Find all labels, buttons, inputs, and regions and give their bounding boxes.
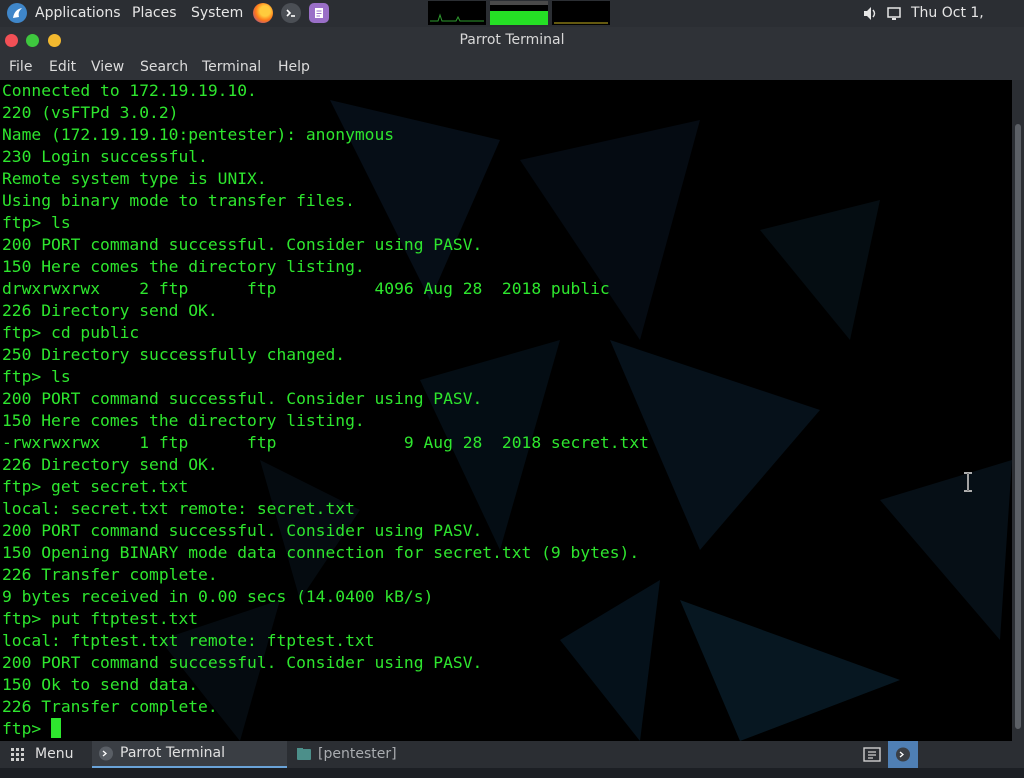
menu-view[interactable]: View bbox=[91, 54, 124, 80]
text-editor-icon[interactable] bbox=[309, 3, 329, 23]
terminal-line: Name (172.19.19.10:pentester): anonymous bbox=[2, 125, 395, 144]
cpu-monitor-graph bbox=[428, 1, 486, 25]
terminal-line: -rwxrwxrwx 1 ftp ftp 9 Aug 28 2018 secre… bbox=[2, 433, 649, 452]
firefox-icon[interactable] bbox=[253, 3, 273, 23]
terminal-line: ftp> ls bbox=[2, 367, 71, 386]
memory-monitor-graph bbox=[490, 1, 548, 25]
terminal-line: 226 Transfer complete. bbox=[2, 697, 218, 716]
terminal-line: 150 Here comes the directory listing. bbox=[2, 411, 365, 430]
terminal-line: local: ftptest.txt remote: ftptest.txt bbox=[2, 631, 375, 650]
menu-file[interactable]: File bbox=[9, 54, 32, 80]
scrollbar-thumb[interactable] bbox=[1015, 124, 1021, 729]
terminal-text: Connected to 172.19.19.10. 220 (vsFTPd 3.… bbox=[2, 80, 649, 740]
display-icon[interactable] bbox=[886, 0, 902, 27]
terminal-line: 226 Transfer complete. bbox=[2, 565, 218, 584]
terminal-launcher-icon[interactable] bbox=[281, 3, 301, 23]
terminal-line: 200 PORT command successful. Consider us… bbox=[2, 235, 483, 254]
menu-edit[interactable]: Edit bbox=[49, 54, 76, 80]
terminal-line: 250 Directory successfully changed. bbox=[2, 345, 346, 364]
ibeam-cursor-icon bbox=[964, 472, 972, 492]
terminal-line: 150 Here comes the directory listing. bbox=[2, 257, 365, 276]
folder-task-icon bbox=[296, 741, 312, 768]
menu-terminal[interactable]: Terminal bbox=[202, 54, 261, 80]
terminal-line: 9 bytes received in 0.00 secs (14.0400 k… bbox=[2, 587, 434, 606]
terminal-line: 150 Ok to send data. bbox=[2, 675, 199, 694]
terminal-line: 150 Opening BINARY mode data connection … bbox=[2, 543, 640, 562]
top-panel: Applications Places System Thu Oct 1, 03… bbox=[0, 0, 1024, 48]
terminal-line: 226 Directory send OK. bbox=[2, 301, 218, 320]
terminal-line: ftp> get secret.txt bbox=[2, 477, 189, 496]
taskbar-item-pentester[interactable]: [pentester] bbox=[318, 741, 397, 768]
ftp-prompt: ftp> bbox=[2, 719, 52, 738]
menu-button[interactable]: Menu bbox=[35, 741, 73, 768]
terminal-line: Connected to 172.19.19.10. bbox=[2, 81, 257, 100]
terminal-line: 220 (vsFTPd 3.0.2) bbox=[2, 103, 179, 122]
window-titlebar[interactable]: Parrot Terminal bbox=[0, 27, 1024, 54]
terminal-line: ftp> cd public bbox=[2, 323, 140, 342]
terminal-line: drwxrwxrwx 2 ftp ftp 4096 Aug 28 2018 pu… bbox=[2, 279, 610, 298]
workspace-switcher-icon[interactable] bbox=[862, 741, 882, 768]
terminal-window: Parrot Terminal File Edit View Search Te… bbox=[0, 27, 1024, 741]
volume-icon[interactable] bbox=[862, 0, 878, 27]
parrot-logo-icon[interactable] bbox=[7, 3, 27, 23]
taskbar-item-label: Parrot Terminal bbox=[120, 745, 226, 761]
window-title: Parrot Terminal bbox=[459, 32, 565, 48]
system-menu[interactable]: System bbox=[191, 0, 243, 27]
menubar: File Edit View Search Terminal Help bbox=[0, 54, 1024, 80]
terminal-line: 200 PORT command successful. Consider us… bbox=[2, 521, 483, 540]
bottom-panel: Menu Parrot Terminal [pentester] bbox=[0, 741, 1024, 768]
places-menu[interactable]: Places bbox=[132, 0, 177, 27]
menu-search[interactable]: Search bbox=[140, 54, 188, 80]
prompt-line[interactable]: ftp> bbox=[2, 718, 649, 740]
terminal-line: ftp> put ftptest.txt bbox=[2, 609, 199, 628]
menu-help[interactable]: Help bbox=[278, 54, 310, 80]
clock[interactable]: Thu Oct 1, 03:26 bbox=[911, 0, 1024, 48]
terminal-task-icon bbox=[98, 741, 114, 768]
active-terminal-tray-icon[interactable] bbox=[888, 741, 918, 768]
terminal-line: ftp> ls bbox=[2, 213, 71, 232]
applications-menu[interactable]: Applications bbox=[35, 0, 121, 27]
terminal-output[interactable]: Connected to 172.19.19.10. 220 (vsFTPd 3.… bbox=[0, 80, 1012, 741]
terminal-line: 226 Directory send OK. bbox=[2, 455, 218, 474]
terminal-scrollbar[interactable] bbox=[1012, 80, 1024, 741]
taskbar-item-parrot-terminal[interactable]: Parrot Terminal bbox=[92, 741, 287, 768]
text-cursor bbox=[51, 718, 62, 738]
terminal-line: 230 Login successful. bbox=[2, 147, 208, 166]
terminal-line: 200 PORT command successful. Consider us… bbox=[2, 389, 483, 408]
menu-grid-icon[interactable] bbox=[10, 741, 26, 768]
network-monitor-graph bbox=[552, 1, 610, 25]
terminal-line: local: secret.txt remote: secret.txt bbox=[2, 499, 355, 518]
terminal-line: Remote system type is UNIX. bbox=[2, 169, 267, 188]
terminal-line: Using binary mode to transfer files. bbox=[2, 191, 355, 210]
terminal-line: 200 PORT command successful. Consider us… bbox=[2, 653, 483, 672]
